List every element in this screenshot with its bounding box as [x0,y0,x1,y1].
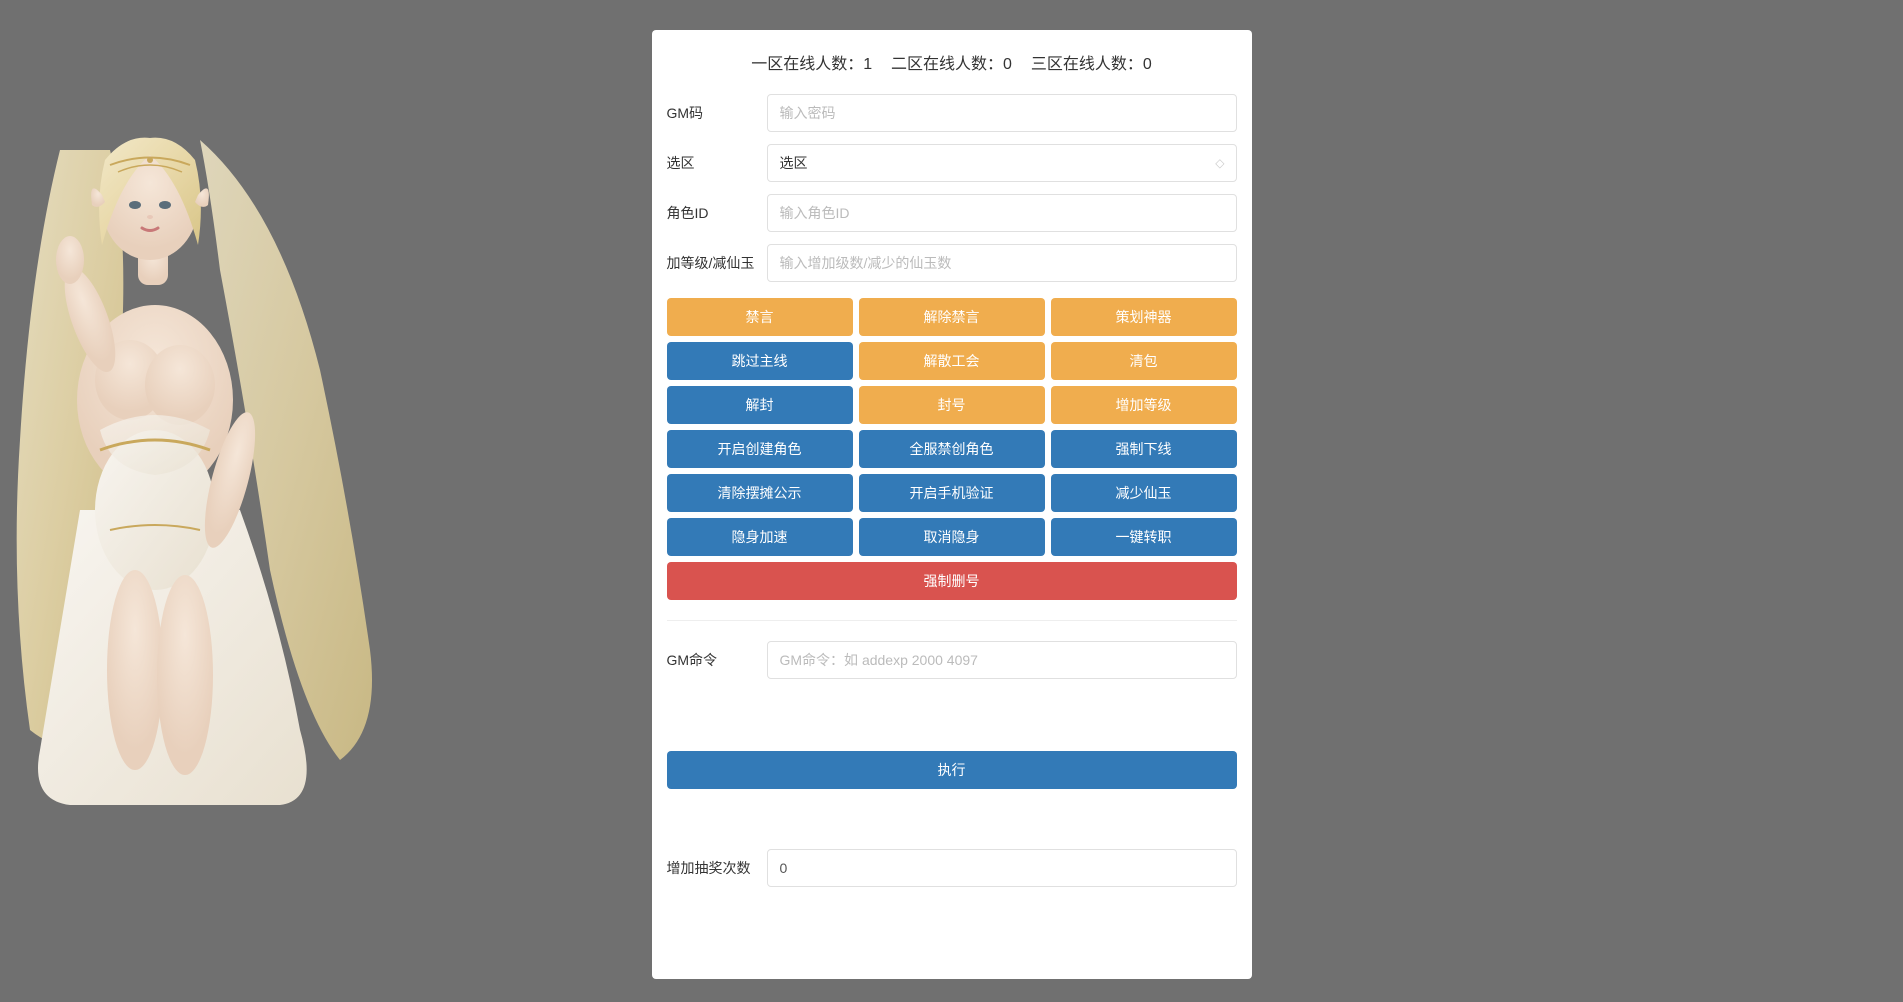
action-button-grid: 禁言 解除禁言 策划神器 跳过主线 解散工会 清包 解封 封号 增加等级 开启创… [667,298,1237,600]
mute-button[interactable]: 禁言 [667,298,853,336]
zone1-count: 1 [863,56,872,73]
unban-button[interactable]: 解封 [667,386,853,424]
disable-create-role-button[interactable]: 全服禁创角色 [859,430,1045,468]
gm-command-input[interactable] [767,641,1237,679]
unmute-button[interactable]: 解除禁言 [859,298,1045,336]
level-jade-label: 加等级/减仙玉 [667,253,767,273]
force-offline-button[interactable]: 强制下线 [1051,430,1237,468]
level-jade-row: 加等级/减仙玉 [667,244,1237,282]
enable-phone-verify-button[interactable]: 开启手机验证 [859,474,1045,512]
role-id-row: 角色ID [667,194,1237,232]
divider [667,620,1237,621]
zone3-count: 0 [1143,56,1152,73]
role-id-input[interactable] [767,194,1237,232]
clear-bag-button[interactable]: 清包 [1051,342,1237,380]
planner-tool-button[interactable]: 策划神器 [1051,298,1237,336]
gm-command-label: GM命令 [667,650,767,670]
gm-code-label: GM码 [667,103,767,123]
ban-button[interactable]: 封号 [859,386,1045,424]
force-delete-account-button[interactable]: 强制删号 [667,562,1237,600]
disband-guild-button[interactable]: 解散工会 [859,342,1045,380]
clear-stall-notice-button[interactable]: 清除摆摊公示 [667,474,853,512]
gm-code-input[interactable] [767,94,1237,132]
zone-label: 选区 [667,153,767,173]
cancel-stealth-button[interactable]: 取消隐身 [859,518,1045,556]
one-key-transfer-button[interactable]: 一键转职 [1051,518,1237,556]
zone2-count: 0 [1003,56,1012,73]
character-illustration [0,90,400,810]
reduce-jade-button[interactable]: 减少仙玉 [1051,474,1237,512]
lottery-row: 增加抽奖次数 [667,849,1237,887]
zone-select[interactable]: 选区 [767,144,1237,182]
gm-code-row: GM码 [667,94,1237,132]
zone1-label: 一区在线人数： [751,56,863,73]
enable-create-role-button[interactable]: 开启创建角色 [667,430,853,468]
gm-panel: 一区在线人数：1 二区在线人数：0 三区在线人数：0 GM码 选区 选区 ◇ 角… [652,30,1252,979]
execute-button[interactable]: 执行 [667,751,1237,789]
zone2-label: 二区在线人数： [891,56,1003,73]
lottery-label: 增加抽奖次数 [667,858,767,878]
add-level-button[interactable]: 增加等级 [1051,386,1237,424]
stealth-speed-button[interactable]: 隐身加速 [667,518,853,556]
level-jade-input[interactable] [767,244,1237,282]
zone-row: 选区 选区 ◇ [667,144,1237,182]
gm-command-row: GM命令 [667,641,1237,679]
role-id-label: 角色ID [667,203,767,223]
lottery-input[interactable] [767,849,1237,887]
skip-main-button[interactable]: 跳过主线 [667,342,853,380]
zone3-label: 三区在线人数： [1031,56,1143,73]
online-status-bar: 一区在线人数：1 二区在线人数：0 三区在线人数：0 [667,50,1237,74]
